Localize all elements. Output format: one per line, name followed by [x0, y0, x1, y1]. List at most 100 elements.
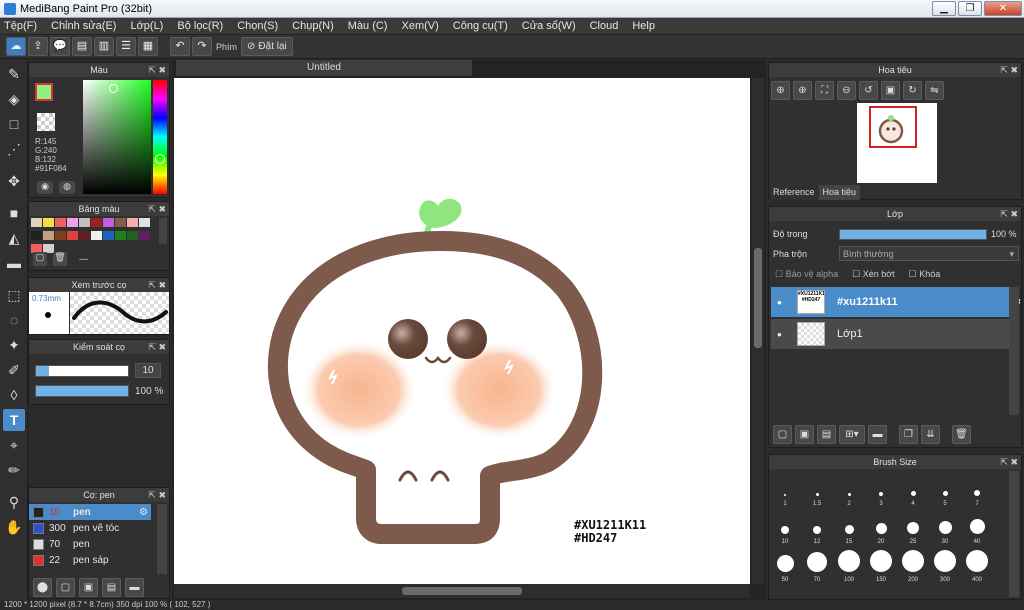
tab-reference[interactable]: Reference	[769, 185, 819, 200]
document-tab[interactable]: Untitled	[176, 60, 472, 76]
brush-item[interactable]: 300 pen vẽ tóc	[29, 520, 151, 536]
brush-size-cell[interactable]: 300	[929, 547, 961, 585]
tab-navigator[interactable]: Hoa tiêu	[818, 185, 861, 200]
operation-tool-icon[interactable]: ⌖	[3, 434, 25, 456]
color-picker-cursor[interactable]	[109, 84, 118, 93]
palette-swatch[interactable]	[127, 231, 138, 240]
palette-swatch[interactable]	[67, 231, 78, 240]
panel-controls-icon[interactable]: ⇱ ✖	[1000, 63, 1018, 77]
cloud-icon[interactable]: ☁	[6, 37, 26, 56]
new-halftone-layer-icon[interactable]: ▣	[795, 425, 814, 444]
brush-size-cell[interactable]: 7	[961, 471, 993, 509]
palette-swatch[interactable]	[139, 231, 150, 240]
panel-icon[interactable]: ▤	[72, 37, 92, 56]
palette-swatch[interactable]	[31, 218, 42, 227]
eye-icon[interactable]: ●	[777, 298, 782, 307]
menu-window[interactable]: Cửa sổ(W)	[522, 20, 576, 32]
menu-edit[interactable]: Chỉnh sửa(E)	[51, 20, 116, 32]
brush-item[interactable]: 22 pen sáp	[29, 552, 151, 568]
brush-size-cell[interactable]: 1	[769, 471, 801, 509]
actual-size-icon[interactable]: ▣	[881, 81, 900, 100]
brush-size-cell[interactable]: 12	[801, 509, 833, 547]
brush-size-cell[interactable]: 50	[769, 547, 801, 585]
new-layer-icon[interactable]: ▢	[773, 425, 792, 444]
lasso-icon[interactable]: ◌	[3, 309, 25, 331]
palette-swatch[interactable]	[103, 231, 114, 240]
brush-size-cell[interactable]: 30	[929, 509, 961, 547]
brush-tool-icon[interactable]: ✎	[3, 63, 25, 85]
eye-icon[interactable]: ●	[777, 330, 782, 339]
delete-palette-icon[interactable]: 🗑	[53, 252, 67, 266]
canvas-horizontal-scrollbar[interactable]	[174, 584, 750, 598]
palette-swatch[interactable]	[55, 218, 66, 227]
brush-size-cell[interactable]: 20	[865, 509, 897, 547]
palette-swatch[interactable]	[31, 231, 42, 240]
color-wheel-icon[interactable]: ◉	[37, 181, 53, 194]
panel-controls-icon[interactable]: ⇱ ✖	[148, 340, 166, 354]
brush-size-field[interactable]: 10	[135, 363, 161, 378]
menu-color[interactable]: Màu (C)	[348, 20, 388, 32]
list-icon[interactable]: ☰	[116, 37, 136, 56]
zoom-out-icon[interactable]: ⊖	[837, 81, 856, 100]
folder-icon[interactable]: ▬	[868, 425, 887, 444]
panel-controls-icon[interactable]: ⇱ ✖	[148, 202, 166, 216]
palette-swatch[interactable]	[139, 218, 150, 227]
blur-tool-icon[interactable]: ✏	[3, 459, 25, 481]
undo-icon[interactable]: ↶	[170, 37, 190, 56]
protect-alpha-checkbox[interactable]: ☐ Bảo vệ alpha	[775, 269, 838, 280]
new-palette-icon[interactable]: ▢	[33, 252, 47, 266]
duplicate-layer-icon[interactable]: ❐	[899, 425, 918, 444]
panel-controls-icon[interactable]: ⇱ ✖	[148, 278, 166, 292]
redo-icon[interactable]: ↷	[192, 37, 212, 56]
select-pen-icon[interactable]: ✐	[3, 359, 25, 381]
eraser-tool-icon[interactable]: ◈	[3, 88, 25, 110]
rotate-right-icon[interactable]: ↻	[903, 81, 922, 100]
layers-scrollbar[interactable]	[1009, 287, 1019, 415]
lock-checkbox[interactable]: ☐ Khóa	[909, 269, 941, 280]
palette-swatch[interactable]	[67, 218, 78, 227]
reset-button[interactable]: ⊘ Đặt lại	[241, 37, 293, 56]
select-rect-icon[interactable]: ⬚	[3, 284, 25, 306]
merge-layer-icon[interactable]: ⇊	[921, 425, 940, 444]
transparent-swatch[interactable]	[37, 113, 55, 131]
brush-item[interactable]: 70 pen	[29, 536, 151, 552]
brush-size-scrollbar[interactable]	[1009, 471, 1019, 597]
navigator-thumbnail[interactable]	[857, 103, 937, 183]
eyedropper-icon[interactable]: ⚲	[3, 491, 25, 513]
color-mix-icon[interactable]: ◍	[59, 181, 75, 194]
brush-size-cell[interactable]: 200	[897, 547, 929, 585]
menu-filter[interactable]: Bộ lọc(R)	[177, 20, 223, 32]
hue-slider[interactable]	[153, 80, 167, 194]
brush-size-slider[interactable]	[35, 365, 129, 377]
vertical-scroll-thumb[interactable]	[754, 248, 762, 348]
dot-tool-icon[interactable]: ⋰	[3, 138, 25, 160]
brush-opacity-slider[interactable]	[35, 385, 129, 397]
magic-wand-icon[interactable]: ✦	[3, 334, 25, 356]
flip-icon[interactable]: ⇋	[925, 81, 944, 100]
brush-size-cell[interactable]: 3	[865, 471, 897, 509]
panel-controls-icon[interactable]: ⇱ ✖	[1000, 455, 1018, 469]
maximize-button[interactable]: ❐	[958, 1, 982, 16]
canvas[interactable]: #XU1211K11 #HD247	[174, 78, 750, 584]
canvas-vertical-scrollbar[interactable]	[752, 78, 764, 584]
brush-list-scrollbar[interactable]	[157, 504, 167, 574]
add-brush-icon[interactable]: ⬤	[33, 578, 52, 597]
gear-icon[interactable]: ⚙	[139, 507, 148, 518]
text-tool-icon[interactable]: T	[3, 409, 25, 431]
new-8bit-layer-icon[interactable]: ▤	[817, 425, 836, 444]
layer-opacity-slider[interactable]	[839, 229, 987, 240]
brush-menu-icon[interactable]: ▣	[79, 578, 98, 597]
palette-swatch[interactable]	[115, 218, 126, 227]
export-icon[interactable]: ⇪	[28, 37, 48, 56]
palette-swatch[interactable]	[91, 218, 102, 227]
clipping-checkbox[interactable]: ☐ Xén bớt	[852, 269, 895, 280]
palette-swatch[interactable]	[43, 218, 54, 227]
palette-swatch[interactable]	[103, 218, 114, 227]
brush-size-cell[interactable]: 70	[801, 547, 833, 585]
brush-size-cell[interactable]: 4	[897, 471, 929, 509]
hand-tool-icon[interactable]: ✋	[3, 516, 25, 538]
palette-scrollbar[interactable]	[159, 218, 167, 244]
brush-size-cell[interactable]: 100	[833, 547, 865, 585]
layer-row[interactable]: ● Lớp1	[771, 319, 1009, 349]
horizontal-scroll-thumb[interactable]	[402, 587, 522, 595]
